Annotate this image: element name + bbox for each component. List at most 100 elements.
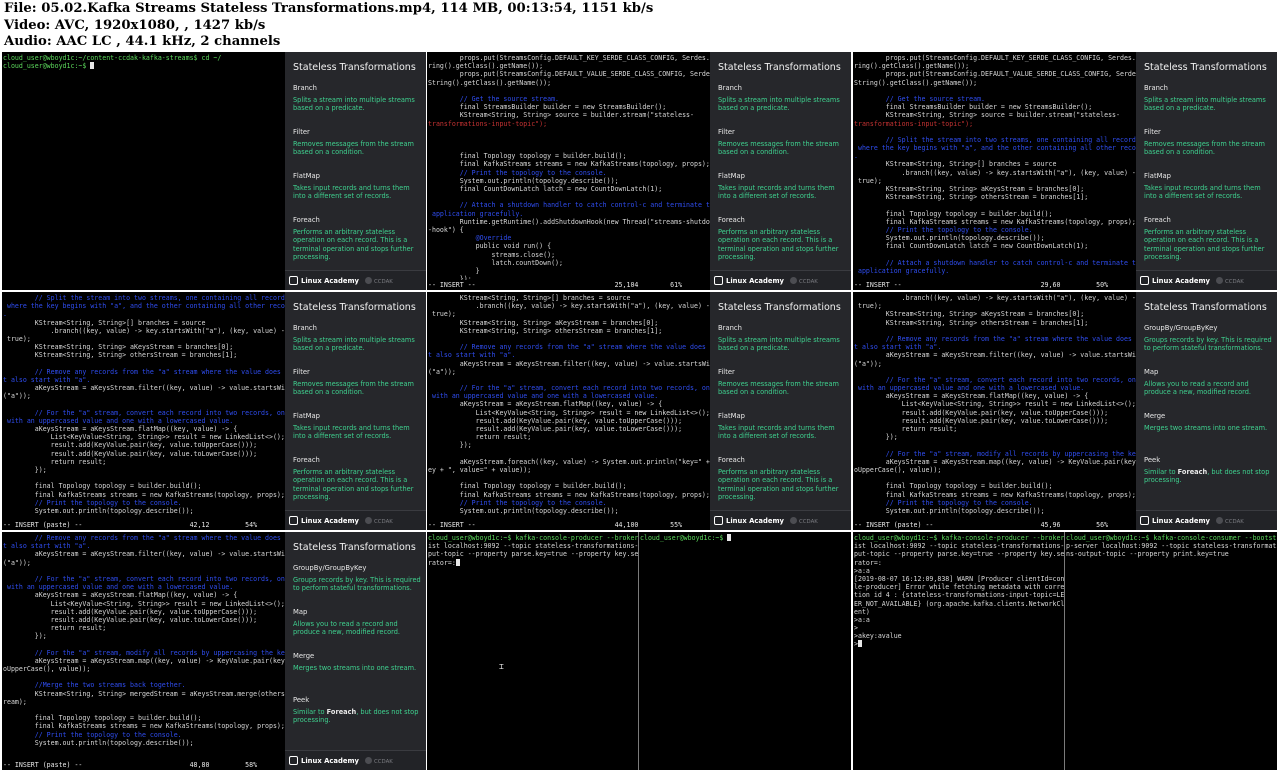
terminal-line: System.out.println(topology.describe()); xyxy=(428,506,619,515)
terminal-line: transformations-input-topic"); xyxy=(854,119,974,128)
terminal-line: KStream<String, String> source = builder… xyxy=(854,111,1120,120)
slide-footer: Linux Academy CCDAK xyxy=(285,270,426,290)
section-heading: GroupBy/GroupByKey xyxy=(1144,324,1218,332)
terminal-pane[interactable]: props.put(StreamsConfig.DEFAULT_KEY_SERD… xyxy=(427,52,710,290)
terminal-line: // Split the stream into two streams, on… xyxy=(854,135,1136,144)
slide-footer: Linux Academy CCDAK xyxy=(1136,270,1277,290)
terminal-line: // For the "a" stream, modify all record… xyxy=(3,648,285,657)
terminal-line: le-producer] Error while fetching metada… xyxy=(854,583,1064,592)
terminal-line: . xyxy=(3,310,7,319)
linux-academy-icon xyxy=(289,756,298,765)
terminal-line: result.add(KeyValue.pair(key, value.toUp… xyxy=(3,607,258,616)
course-badge-icon xyxy=(365,517,372,524)
terminal-line: final KafkaStreams streams = new KafkaSt… xyxy=(3,490,285,499)
terminal-line: return result; xyxy=(428,433,532,442)
terminal-line: // Print the topology to the console. xyxy=(854,225,1033,234)
terminal-pane[interactable]: // Split the stream into two streams, on… xyxy=(2,292,285,530)
section-description: Allows you to read a record and produce … xyxy=(293,620,401,637)
section-heading: Peek xyxy=(1144,456,1161,464)
slide-title: Stateless Transformations xyxy=(293,542,416,553)
terminal-line: KStream<String, String> mergedStream = a… xyxy=(3,689,285,698)
section-description: Takes input records and turns them into … xyxy=(718,424,835,441)
section-heading: Branch xyxy=(293,84,317,92)
section-description: Splits a stream into multiple streams ba… xyxy=(718,336,840,353)
section-description: Takes input records and turns them into … xyxy=(293,184,410,201)
terminal-line: ER_NOT_AVAILABLE} (org.apache.kafka.clie… xyxy=(854,599,1064,608)
consumer-terminal[interactable]: cloud_user@wboyd1c:~$ kafka-console-cons… xyxy=(1065,532,1277,770)
terminal-line: .branch((key, value) -> key.startsWith("… xyxy=(3,326,285,335)
terminal-line: // Attach a shutdown handler to catch co… xyxy=(428,201,710,210)
thumb-3: props.put(StreamsConfig.DEFAULT_KEY_SERD… xyxy=(853,52,1277,290)
terminal-line: result.add(KeyValue.pair(key, value.toUp… xyxy=(428,416,683,425)
terminal-line: // For the "a" stream, convert each reco… xyxy=(428,384,710,393)
section-description: Takes input records and turns them into … xyxy=(718,184,835,201)
slide-section: Foreach Performs an arbitrary stateless o… xyxy=(293,456,422,502)
slide-section: Merge Merges two streams into one stream. xyxy=(1144,412,1273,432)
terminal-line: // Remove any records from the "a" strea… xyxy=(854,334,1136,343)
course-badge-icon xyxy=(365,757,372,764)
section-heading: Filter xyxy=(293,128,310,136)
terminal-line: props.put(StreamsConfig.DEFAULT_VALUE_SE… xyxy=(428,70,710,79)
terminal-line: props.put(StreamsConfig.DEFAULT_KEY_SERD… xyxy=(854,54,1136,62)
producer-terminal[interactable]: cloud_user@wboyd1c:~$ kafka-console-prod… xyxy=(427,532,638,770)
thumb-2: props.put(StreamsConfig.DEFAULT_KEY_SERD… xyxy=(427,52,851,290)
section-heading: Branch xyxy=(718,324,742,332)
terminal-line: p-server localhost:9092 --topic stateles… xyxy=(1066,542,1277,551)
terminal-line: aKeysStream = aKeysStream.filter((key, v… xyxy=(3,550,285,559)
terminal-line: with an uppercased value and one with a … xyxy=(3,416,234,425)
slide-title: Stateless Transformations xyxy=(718,302,841,313)
slide-title: Stateless Transformations xyxy=(293,62,416,73)
terminal-pane[interactable]: props.put(StreamsConfig.DEFAULT_KEY_SERD… xyxy=(853,52,1136,290)
terminal-line: oUpperCase(), value)); xyxy=(3,665,91,673)
terminal-line: > xyxy=(854,624,858,633)
terminal-line: KStream<String, String>[] branches = sou… xyxy=(3,318,206,327)
terminal-cursor xyxy=(455,558,460,566)
terminal-line: final KafkaStreams streams = new KafkaSt… xyxy=(3,722,285,731)
terminal-line: cloud_user@wboyd1c:~$ kafka-console-prod… xyxy=(428,534,638,542)
terminal-line: .branch((key, value) -> key.startsWith("… xyxy=(428,302,710,311)
terminal-line: return result; xyxy=(3,457,107,466)
terminal-lines: cloud_user@wboyd1c:~/content-ccdak-kafka… xyxy=(3,54,285,280)
slide-panel: Stateless Transformations Branch Splits a … xyxy=(1136,52,1277,290)
terminal-line: rator=: xyxy=(854,558,882,567)
consumer-terminal[interactable]: cloud_user@wboyd1c:~$ xyxy=(639,532,851,770)
terminal-line: latch.countDown(); xyxy=(428,258,563,267)
terminal-line: // Print the topology to the console. xyxy=(428,168,607,177)
thumb-5: KStream<String, String>[] branches = sou… xyxy=(427,292,851,530)
slide-section: FlatMap Takes input records and turns the… xyxy=(718,172,847,201)
terminal-pane[interactable]: // Remove any records from the "a" strea… xyxy=(2,532,285,770)
terminal-line: ("a")); xyxy=(3,558,31,567)
terminal-line: System.out.println(topology.describe()); xyxy=(3,738,194,747)
terminal-line: final Topology topology = builder.build(… xyxy=(3,482,202,491)
linux-academy-icon xyxy=(289,516,298,525)
section-heading: Foreach xyxy=(718,456,745,464)
terminal-line: } xyxy=(428,266,480,275)
terminal-line: result.add(KeyValue.pair(key, value.toLo… xyxy=(3,449,258,458)
linux-academy-icon xyxy=(1140,516,1149,525)
terminal-pane[interactable]: .branch((key, value) -> key.startsWith("… xyxy=(853,292,1136,530)
terminal-lines: cloud_user@wboyd1c:~$ kafka-console-prod… xyxy=(854,534,1064,649)
terminal-pane[interactable]: KStream<String, String>[] branches = sou… xyxy=(427,292,710,530)
terminal-line: aKeysStream = aKeysStream.map((key, valu… xyxy=(3,656,285,665)
slide-section: Foreach Performs an arbitrary stateless o… xyxy=(293,216,422,262)
section-heading: Filter xyxy=(718,368,735,376)
terminal-line: }); xyxy=(854,433,898,442)
terminal-line: rator=: xyxy=(428,558,638,567)
thumb-6: .branch((key, value) -> key.startsWith("… xyxy=(853,292,1277,530)
terminal-line: aKeysStream = aKeysStream.map((key, valu… xyxy=(854,457,1136,466)
terminal-pane[interactable]: cloud_user@wboyd1c:~/content-ccdak-kafka… xyxy=(2,52,285,290)
section-description: Splits a stream into multiple streams ba… xyxy=(718,96,840,113)
terminal-line: final Topology topology = builder.build(… xyxy=(428,152,627,161)
producer-terminal[interactable]: cloud_user@wboyd1c:~$ kafka-console-prod… xyxy=(853,532,1064,770)
terminal-line: KStream<String, String>[] branches = sou… xyxy=(428,294,631,302)
terminal-line: // Remove any records from the "a" strea… xyxy=(428,343,710,352)
terminal-line: final KafkaStreams streams = new KafkaSt… xyxy=(854,490,1136,499)
section-heading: Merge xyxy=(293,652,315,660)
